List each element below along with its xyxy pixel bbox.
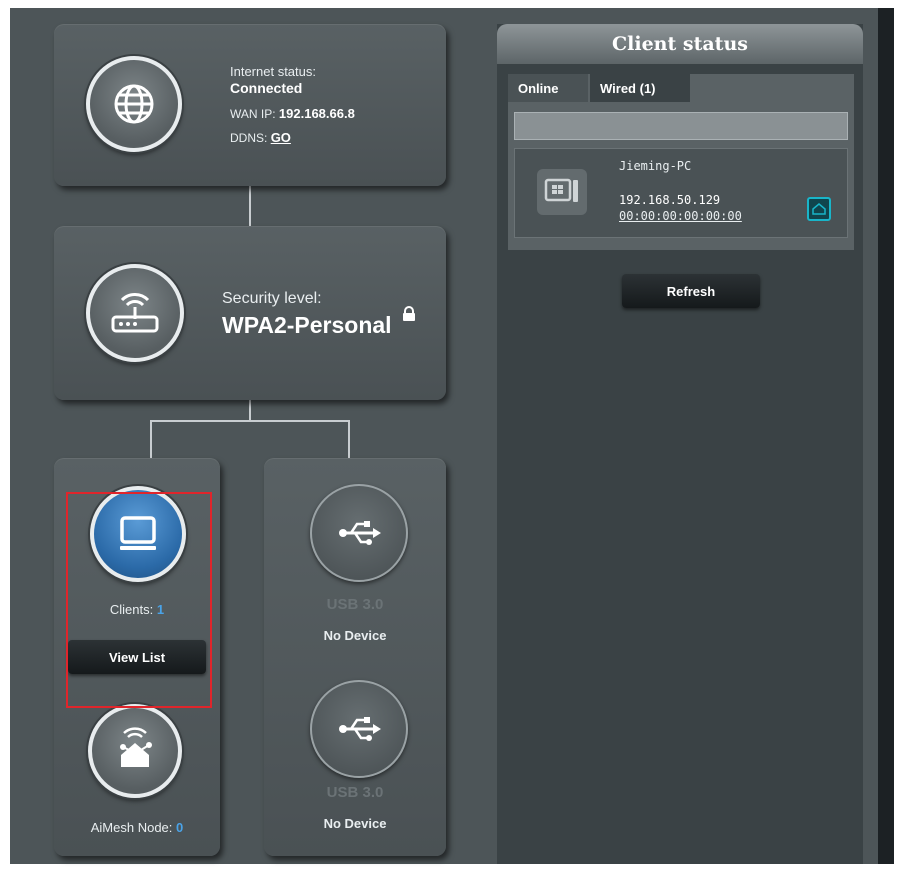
aimesh-row: AiMesh Node: 0 — [54, 820, 220, 835]
router-icon[interactable] — [86, 264, 184, 362]
aimesh-count: 0 — [176, 820, 184, 835]
security-level-label: Security level: — [222, 290, 322, 307]
connector-right-drop — [348, 420, 350, 458]
client-ip: 192.168.50.129 — [619, 193, 721, 207]
usb-card: USB 3.0 No Device USB 3.0 No Device — [264, 458, 446, 856]
connector-internet-security — [249, 186, 251, 226]
ddns-go-link[interactable]: GO — [271, 130, 291, 145]
internet-status-label: Internet status: — [230, 64, 316, 79]
connector-left-drop — [150, 420, 152, 458]
globe-icon[interactable] — [86, 56, 182, 152]
internet-status-card[interactable]: Internet status: Connected WAN IP: 192.1… — [54, 24, 446, 186]
usb1-status: No Device — [323, 628, 387, 643]
internet-status-value: Connected — [230, 80, 303, 96]
usb-icon[interactable] — [310, 680, 408, 778]
wan-ip-row: WAN IP: 192.168.66.8 — [230, 106, 355, 121]
usb2-status: No Device — [323, 816, 387, 831]
usb2-label: USB 3.0 — [326, 784, 384, 801]
usb-icon[interactable] — [310, 484, 408, 582]
house-badge-icon[interactable] — [807, 197, 831, 221]
aimesh-label: AiMesh Node: — [90, 820, 173, 835]
ddns-label: DDNS: — [230, 131, 268, 145]
right-edge-bar — [878, 8, 894, 864]
mesh-house-icon[interactable] — [88, 704, 182, 798]
security-card[interactable]: Security level: WPA2-Personal — [54, 226, 446, 400]
client-mac[interactable]: 00:00:00:00:00:00 — [619, 209, 742, 223]
connector-horizontal — [150, 420, 350, 422]
client-status-title: Client status — [497, 24, 863, 64]
connector-security-down — [249, 400, 251, 420]
windows-pc-icon — [537, 169, 587, 215]
security-level-value: WPA2-Personal — [222, 312, 392, 338]
usb1-label: USB 3.0 — [326, 596, 384, 613]
tab-wired[interactable]: Wired (1) — [590, 74, 690, 102]
wan-ip-label: WAN IP: — [230, 107, 276, 121]
tab-online[interactable]: Online — [508, 74, 588, 102]
wan-ip-value: 192.168.66.8 — [278, 106, 355, 121]
client-name: Jieming-PC — [619, 159, 692, 173]
client-search-bar[interactable] — [514, 112, 848, 140]
ddns-row: DDNS: GO — [230, 130, 291, 145]
client-list-item[interactable]: Jieming-PC 192.168.50.129 00:00:00:00:00… — [514, 148, 848, 238]
lock-icon — [402, 306, 416, 327]
refresh-button[interactable]: Refresh — [622, 274, 760, 308]
highlight-box — [66, 492, 212, 708]
